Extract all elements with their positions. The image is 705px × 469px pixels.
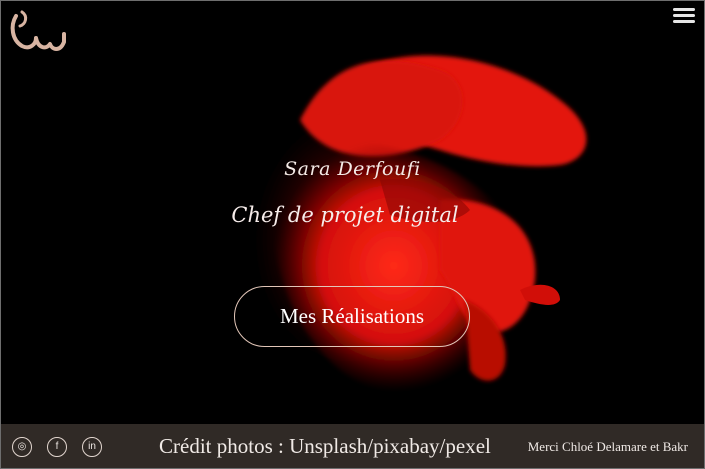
hamburger-menu-icon[interactable] [673, 6, 695, 24]
job-title: Chef de projet digital [231, 203, 459, 227]
arabic-calligraphy-logo-icon[interactable] [8, 8, 68, 58]
hero-section: Sara Derfoufi Chef de projet digital Mes… [0, 0, 705, 424]
footer: ◎ f in Crédit photos : Unsplash/pixabay/… [0, 424, 705, 469]
mes-realisations-button[interactable]: Mes Réalisations [234, 286, 470, 347]
thanks-text: Merci Chloé Delamare et Bakr [527, 439, 688, 454]
photo-credit: Crédit photos : Unsplash/pixabay/pexel [159, 434, 491, 458]
person-name: Sara Derfoufi [284, 158, 421, 180]
linkedin-icon[interactable]: in [82, 436, 102, 457]
instagram-icon[interactable]: ◎ [12, 436, 32, 457]
facebook-icon[interactable]: f [47, 436, 67, 457]
social-links: ◎ f in [12, 436, 102, 457]
